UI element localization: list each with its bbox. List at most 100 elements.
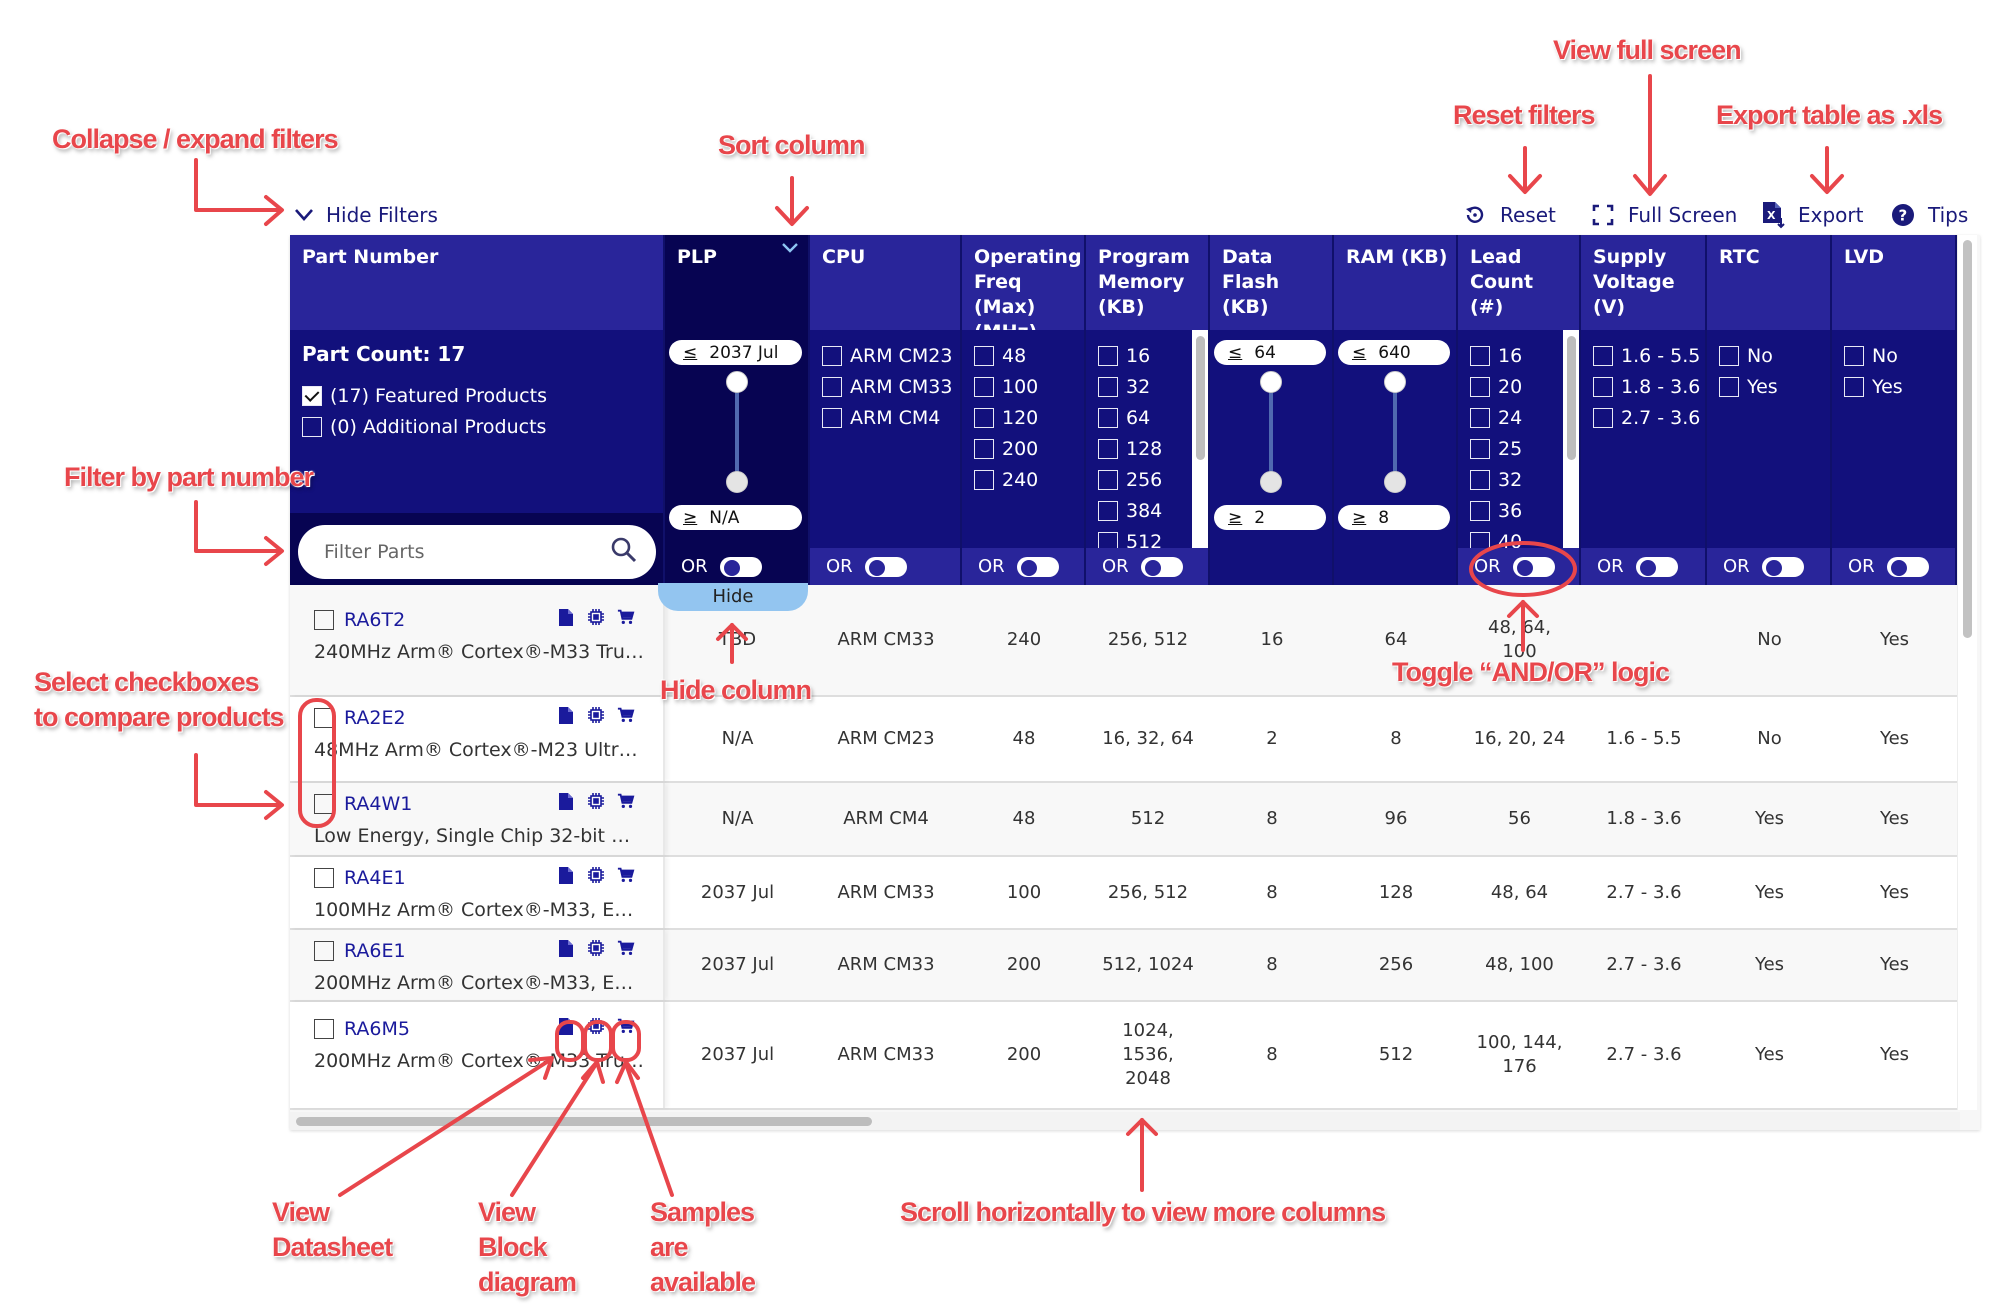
filter-parts-field[interactable] (298, 525, 656, 579)
and-or-toggle[interactable] (1635, 556, 1678, 577)
slider-max-handle[interactable] (725, 371, 748, 393)
compare-checkbox[interactable] (314, 610, 334, 630)
checkbox-unchecked[interactable] (974, 345, 994, 366)
slider-track[interactable] (734, 382, 739, 482)
datasheet-icon[interactable] (557, 705, 575, 725)
hide-column-button[interactable]: Hide (658, 583, 808, 611)
search-icon[interactable] (610, 536, 638, 568)
samples-cart-icon[interactable] (617, 791, 635, 811)
checkbox-unchecked[interactable] (822, 345, 842, 366)
checkbox-unchecked[interactable] (974, 469, 994, 490)
samples-cart-icon[interactable] (617, 938, 635, 958)
samples-cart-icon[interactable] (617, 607, 635, 627)
column-header-rtc[interactable]: RTC (1719, 245, 1822, 270)
part-number-link[interactable]: RA2E2 (344, 707, 406, 729)
tips-button[interactable]: ? Tips (1890, 195, 1968, 235)
ram-min-input[interactable]: ≥8 (1338, 505, 1450, 530)
part-number-link[interactable]: RA6M5 (344, 1018, 410, 1040)
filter-option[interactable]: 200 (974, 433, 1080, 464)
checkbox-unchecked[interactable] (1098, 469, 1118, 490)
checkbox-unchecked[interactable] (822, 407, 842, 428)
featured-products-checkbox[interactable]: (17) Featured Products (302, 380, 547, 411)
block-diagram-icon[interactable] (587, 705, 605, 725)
part-number-link[interactable]: RA6T2 (344, 609, 405, 631)
compare-checkbox[interactable] (314, 794, 334, 814)
block-diagram-icon[interactable] (587, 865, 605, 885)
checkbox-unchecked[interactable] (1098, 531, 1118, 548)
filter-option[interactable]: 1.8 - 3.6 (1593, 371, 1701, 402)
filter-option[interactable]: 64 (1098, 402, 1204, 433)
compare-checkbox[interactable] (314, 941, 334, 961)
filter-option[interactable]: 36 (1470, 495, 1575, 526)
block-diagram-icon[interactable] (587, 607, 605, 627)
vertical-scrollbar-thumb[interactable] (1963, 240, 1972, 638)
filter-option[interactable]: No (1844, 340, 1951, 371)
slider-track[interactable] (1393, 382, 1397, 482)
filter-option[interactable]: Yes (1719, 371, 1826, 402)
filter-option[interactable]: ARM CM23 (822, 340, 956, 371)
filter-option[interactable]: 24 (1470, 402, 1575, 433)
part-number-link[interactable]: RA4E1 (344, 867, 406, 889)
filter-option[interactable]: 16 (1470, 340, 1575, 371)
scrollbar-thumb[interactable] (1196, 336, 1205, 460)
samples-cart-icon[interactable] (617, 1016, 635, 1036)
filter-option[interactable]: 32 (1470, 464, 1575, 495)
slider-max-handle[interactable] (1384, 371, 1406, 393)
filter-option[interactable]: 1.6 - 5.5 (1593, 340, 1701, 371)
filter-option[interactable]: 32 (1098, 371, 1204, 402)
checkbox-unchecked[interactable] (1470, 469, 1490, 490)
and-or-toggle[interactable] (1512, 556, 1555, 577)
and-or-toggle[interactable] (719, 556, 762, 577)
filter-option[interactable]: Yes (1844, 371, 1951, 402)
filter-option[interactable]: 240 (974, 464, 1080, 495)
and-or-toggle[interactable] (1886, 556, 1929, 577)
checkbox-unchecked[interactable] (1470, 531, 1490, 548)
ram-max-input[interactable]: ≤640 (1338, 340, 1450, 365)
checkbox-unchecked[interactable] (974, 407, 994, 428)
filter-parts-input[interactable] (324, 541, 610, 563)
filter-option[interactable]: 384 (1098, 495, 1204, 526)
checkbox-unchecked[interactable] (1470, 376, 1490, 397)
checkbox-unchecked[interactable] (1098, 407, 1118, 428)
datasheet-icon[interactable] (557, 1016, 575, 1036)
dflash-max-input[interactable]: ≤64 (1214, 340, 1326, 365)
checkbox-unchecked[interactable] (974, 438, 994, 459)
checkbox-unchecked[interactable] (1593, 407, 1613, 428)
column-header-prog[interactable]: Program Memory (KB) (1098, 245, 1200, 320)
column-header-lead[interactable]: Lead Count (#) (1470, 245, 1571, 320)
column-header-dflash[interactable]: Data Flash (KB) (1222, 245, 1324, 320)
checkbox-checked[interactable] (302, 385, 322, 406)
slider-min-handle[interactable] (1260, 471, 1282, 493)
part-number-link[interactable]: RA4W1 (344, 793, 412, 815)
filter-option[interactable]: 128 (1098, 433, 1204, 464)
prog-filter-scrollbar[interactable] (1192, 330, 1208, 548)
and-or-toggle[interactable] (864, 556, 907, 577)
filter-option[interactable]: No (1719, 340, 1826, 371)
filter-option[interactable]: 256 (1098, 464, 1204, 495)
slider-max-handle[interactable] (1260, 371, 1282, 393)
checkbox-unchecked[interactable] (1098, 376, 1118, 397)
column-header-lvd[interactable]: LVD (1844, 245, 1947, 270)
checkbox-unchecked[interactable] (1593, 376, 1613, 397)
filter-option[interactable]: 100 (974, 371, 1080, 402)
column-header-part-number[interactable]: Part Number (302, 245, 655, 270)
block-diagram-icon[interactable] (587, 1016, 605, 1036)
checkbox-unchecked[interactable] (1844, 345, 1864, 366)
checkbox-unchecked[interactable] (302, 416, 322, 437)
lead-filter-scrollbar[interactable] (1563, 330, 1579, 548)
column-header-cpu[interactable]: CPU (822, 245, 952, 270)
datasheet-icon[interactable] (557, 607, 575, 627)
samples-cart-icon[interactable] (617, 865, 635, 885)
block-diagram-icon[interactable] (587, 938, 605, 958)
filter-option[interactable]: 2.7 - 3.6 (1593, 402, 1701, 433)
filter-option[interactable]: 512 (1098, 526, 1204, 548)
checkbox-unchecked[interactable] (1098, 500, 1118, 521)
and-or-toggle[interactable] (1761, 556, 1804, 577)
checkbox-unchecked[interactable] (1098, 345, 1118, 366)
filter-option[interactable]: 25 (1470, 433, 1575, 464)
part-number-link[interactable]: RA6E1 (344, 940, 406, 962)
filter-option[interactable]: 20 (1470, 371, 1575, 402)
checkbox-unchecked[interactable] (1098, 438, 1118, 459)
datasheet-icon[interactable] (557, 791, 575, 811)
column-header-supply[interactable]: Supply Voltage (V) (1593, 245, 1697, 320)
